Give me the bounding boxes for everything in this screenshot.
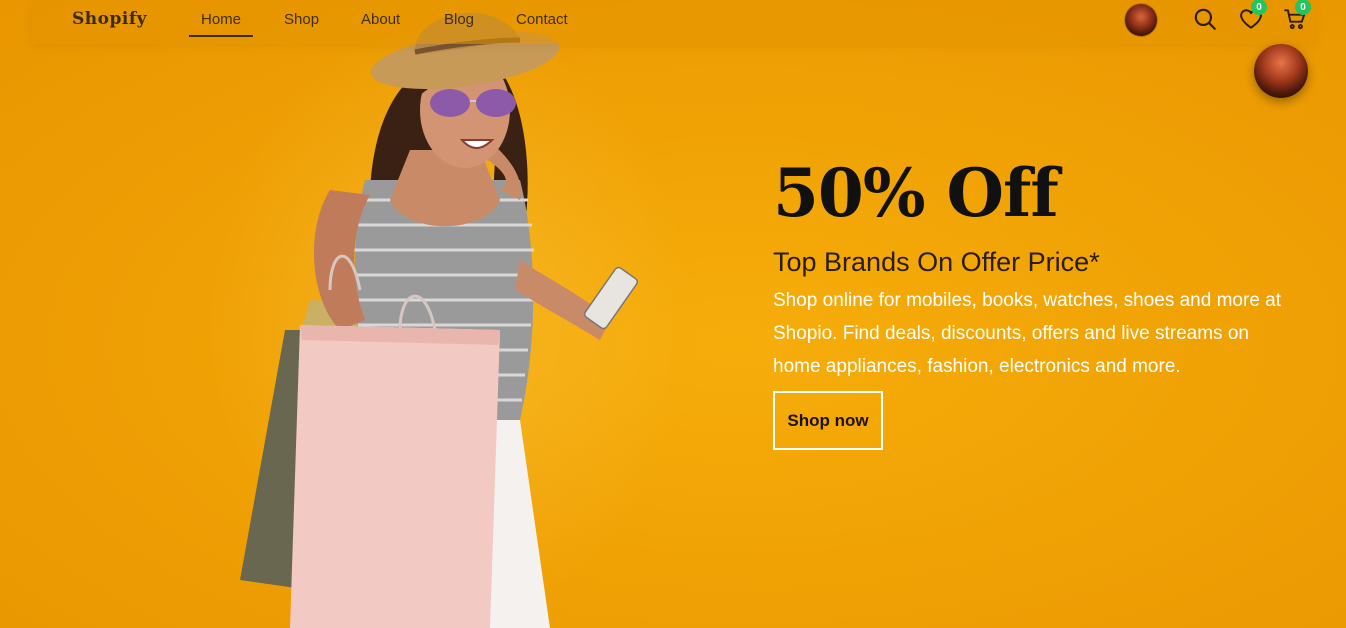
search-button[interactable] — [1192, 6, 1218, 32]
user-avatar[interactable] — [1125, 4, 1157, 36]
floating-avatar[interactable] — [1254, 44, 1308, 98]
cart-count-badge: 0 — [1295, 0, 1311, 15]
top-navbar: Shopify Home Shop About Blog Contact 0 0 — [32, 0, 1316, 44]
nav-home[interactable]: Home — [188, 11, 254, 37]
hero-model-image — [210, 12, 690, 628]
wishlist-button[interactable]: 0 — [1238, 0, 1267, 32]
nav-contact[interactable]: Contact — [516, 11, 568, 28]
wishlist-count-badge: 0 — [1251, 0, 1267, 15]
hero-headline: 50% Off — [773, 154, 1059, 232]
cart-button[interactable]: 0 — [1282, 0, 1311, 32]
search-icon — [1194, 8, 1216, 30]
nav-blog[interactable]: Blog — [444, 11, 474, 28]
hero-description: Shop online for mobiles, books, watches,… — [773, 290, 1282, 377]
nav-about[interactable]: About — [361, 11, 400, 28]
brand-logo[interactable]: Shopify — [72, 9, 147, 29]
nav-shop[interactable]: Shop — [284, 11, 319, 28]
hero-subheadline: Top Brands On Offer Price* — [773, 247, 1100, 277]
shop-now-button[interactable]: Shop now — [773, 391, 883, 450]
